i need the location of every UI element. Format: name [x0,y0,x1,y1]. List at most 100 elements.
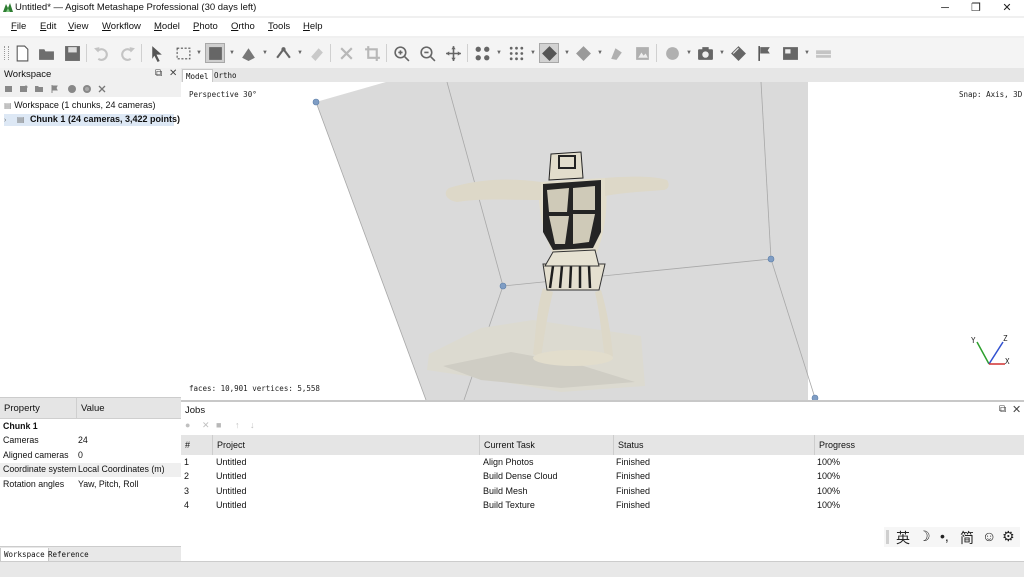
move-object-icon[interactable] [238,43,258,63]
float-panel-icon[interactable]: ⧉ [155,68,162,79]
orthomosaic-icon[interactable] [632,43,652,63]
open-folder-icon[interactable] [36,43,56,63]
expand-chevron-icon[interactable]: › [4,117,6,124]
move-up-icon[interactable]: ↑ [235,420,240,430]
undo-icon[interactable] [91,43,111,63]
add-marker-icon[interactable] [49,84,59,94]
model-shaded-icon[interactable] [539,43,559,63]
stop-job-icon[interactable]: ✕ [202,420,210,431]
capture-view-icon[interactable] [695,43,715,63]
jobs-header-progress[interactable]: Progress [815,435,1024,455]
restore-button[interactable]: ❐ [961,0,991,16]
close-window-button[interactable]: ✕ [992,0,1022,16]
property-row[interactable]: Cameras 24 [0,434,181,448]
ime-punctuation-icon[interactable]: •, [940,528,949,544]
tab-workspace[interactable]: Workspace [0,548,49,562]
selection-dropdown-icon[interactable]: ▼ [196,50,202,56]
model-viewport[interactable]: Perspective 30° Snap: Axis, 3D faces: 10… [181,82,1024,400]
add-chunk-icon[interactable] [4,84,14,94]
snap-label: Snap: Axis, 3D [959,90,1023,99]
cameras-dropdown-icon[interactable]: ▼ [496,50,502,56]
jobs-header-status[interactable]: Status [614,435,815,455]
remove-items-icon[interactable] [97,84,107,94]
basemap-dropdown-icon[interactable]: ▼ [686,50,692,56]
job-row[interactable]: 1 Untitled Align Photos Finished 100% [181,457,1024,471]
ime-english-mode[interactable]: 英 [896,528,910,548]
rectangle-selection-icon[interactable] [173,43,193,63]
zoom-out-icon[interactable] [417,43,437,63]
region-dropdown-icon[interactable]: ▼ [229,50,235,56]
tiled-model-icon[interactable] [573,43,593,63]
menu-tools[interactable]: Tools [268,21,290,32]
start-job-icon[interactable]: ● [185,420,190,430]
menu-model[interactable]: Model [154,21,180,32]
resize-region-icon[interactable] [205,43,225,63]
menu-ortho[interactable]: Ortho [231,21,255,32]
show-images-icon[interactable] [780,43,800,63]
disable-icon[interactable] [82,84,92,94]
menu-file[interactable]: File [11,21,26,32]
job-row[interactable]: 4 Untitled Build Texture Finished 100% [181,500,1024,514]
points-dropdown-icon[interactable]: ▼ [530,50,536,56]
view-tab-bar: Model Ortho [181,68,1024,83]
jobs-header-project[interactable]: Project [213,435,480,455]
ime-simplified-mode[interactable]: 简 [960,528,974,548]
menu-edit[interactable]: Edit [40,21,56,32]
close-panel-icon[interactable]: ✕ [1012,403,1021,416]
menu-view[interactable]: View [68,21,88,32]
reset-view-icon[interactable] [443,43,463,63]
menu-help[interactable]: Help [303,21,323,32]
model-dropdown-icon[interactable]: ▼ [564,50,570,56]
images-dropdown-icon[interactable]: ▼ [804,50,810,56]
job-row[interactable]: 3 Untitled Build Mesh Finished 100% [181,486,1024,500]
enable-icon[interactable] [67,84,77,94]
job-row[interactable]: 2 Untitled Build Dense Cloud Finished 100% [181,471,1024,485]
tiled-dropdown-icon[interactable]: ▼ [597,50,603,56]
move-down-icon[interactable]: ↓ [250,420,255,430]
crop-selection-icon[interactable] [362,43,382,63]
ime-settings-icon[interactable]: ⚙ [1002,528,1015,545]
property-row[interactable]: Rotation angles Yaw, Pitch, Roll [0,478,181,492]
ruler-dropdown-icon[interactable]: ▼ [297,50,303,56]
shapes-icon[interactable] [606,43,626,63]
add-photos-icon[interactable] [19,84,29,94]
tab-model[interactable]: Model [182,69,213,83]
markers-flag-icon[interactable] [754,43,774,63]
jobs-header-num[interactable]: # [181,435,213,455]
capture-dropdown-icon[interactable]: ▼ [719,50,725,56]
redo-icon[interactable] [117,43,137,63]
ime-halfwidth-icon[interactable]: ☽ [918,528,931,545]
menu-photo[interactable]: Photo [193,21,218,32]
minimize-button[interactable]: ─ [930,0,960,16]
property-column-header[interactable]: Property [0,398,76,419]
ime-grip[interactable] [886,530,889,544]
delete-selection-icon[interactable] [336,43,356,63]
jobs-header-task[interactable]: Current Task [480,435,614,455]
tab-reference[interactable]: Reference [45,548,92,561]
move-dropdown-icon[interactable]: ▼ [262,50,268,56]
add-folder-icon[interactable] [34,84,44,94]
ruler-icon[interactable] [273,43,293,63]
toolbar-grip[interactable] [4,46,9,60]
new-document-icon[interactable] [12,43,32,63]
stereo-mode-icon[interactable] [813,43,833,63]
save-icon[interactable] [62,43,82,63]
show-basemap-icon[interactable] [662,43,682,63]
menu-workflow[interactable]: Workflow [102,21,141,32]
workspace-root-item[interactable]: ▤ Workspace (1 chunks, 24 cameras) [4,100,155,110]
show-points-icon[interactable] [506,43,526,63]
delete-job-icon[interactable]: ■ [216,420,221,430]
shape-tools-icon[interactable] [728,43,748,63]
close-panel-icon[interactable]: ✕ [169,68,177,79]
value-column-header[interactable]: Value [76,398,182,419]
show-cameras-icon[interactable] [472,43,492,63]
navigation-cursor-icon[interactable] [146,43,166,63]
tab-ortho[interactable]: Ortho [211,69,240,82]
zoom-in-icon[interactable] [391,43,411,63]
ime-emoji-icon[interactable]: ☺ [982,528,996,544]
chunk-item[interactable]: › ▤ Chunk 1 (24 cameras, 3,422 points) [4,114,180,126]
eraser-icon[interactable] [306,43,326,63]
property-row[interactable]: Coordinate system Local Coordinates (m) [0,463,181,477]
float-panel-icon[interactable]: ⧉ [999,404,1006,415]
property-row[interactable]: Aligned cameras 0 [0,449,181,463]
